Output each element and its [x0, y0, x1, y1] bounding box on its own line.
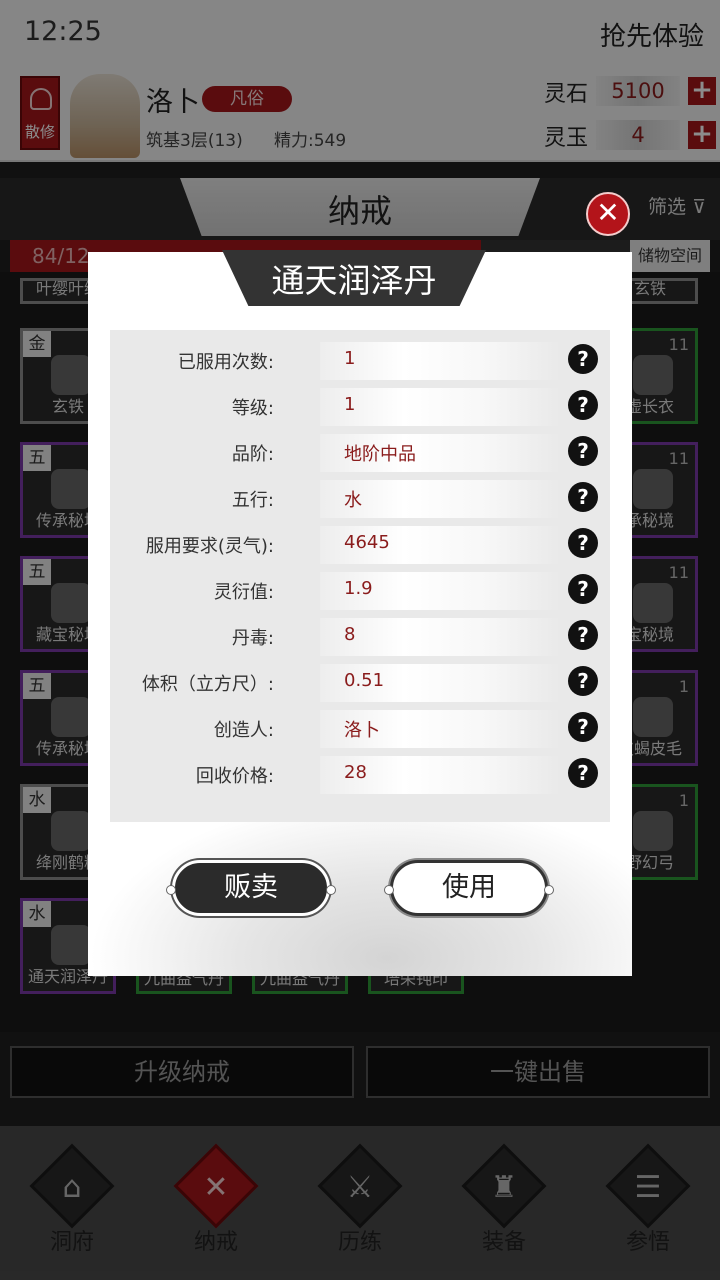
property-row: 等级: 1? [110, 382, 610, 428]
value-backdrop [320, 618, 560, 656]
help-icon[interactable]: ? [568, 712, 598, 742]
help-icon[interactable]: ? [568, 758, 598, 788]
property-row: 回收价格: 28? [110, 750, 610, 796]
property-row: 品阶: 地阶中品? [110, 428, 610, 474]
property-value: 0.51 [344, 670, 385, 691]
property-row: 五行: 水? [110, 474, 610, 520]
property-table: 已服用次数: 1? 等级: 1? 品阶: 地阶中品? 五行: 水? 服用要求(灵气): 4645?… [110, 330, 610, 822]
item-detail-dialog: 已服用次数: 1? 等级: 1? 品阶: 地阶中品? 五行: 水? 服用要求(灵气): 4645?… [88, 252, 632, 976]
sell-label: 贩卖 [224, 872, 278, 903]
property-row: 丹毒: 8? [110, 612, 610, 658]
property-row: 已服用次数: 1? [110, 336, 610, 382]
property-key: 回收价格: [195, 766, 274, 787]
property-row: 服用要求(灵气): 4645? [110, 520, 610, 566]
knob [384, 885, 394, 895]
help-icon[interactable]: ? [568, 482, 598, 512]
property-row: 灵衍值: 1.9? [110, 566, 610, 612]
close-button[interactable]: ✕ [586, 192, 630, 236]
property-key: 灵衍值: [213, 582, 274, 603]
property-value: 地阶中品 [344, 444, 416, 465]
sell-button[interactable]: 贩卖 [166, 860, 336, 916]
property-row: 创造人: 洛卜? [110, 704, 610, 750]
property-key: 丹毒: [231, 628, 274, 649]
help-icon[interactable]: ? [568, 574, 598, 604]
property-value: 8 [344, 624, 356, 645]
property-key: 创造人: [213, 720, 274, 741]
property-key: 等级: [231, 398, 274, 419]
property-value: 水 [344, 490, 362, 511]
property-value: 1 [344, 394, 356, 415]
property-value: 1 [344, 348, 356, 369]
property-key: 服用要求(灵气): [145, 536, 274, 557]
property-row: 体积（立方尺）: 0.51? [110, 658, 610, 704]
help-icon[interactable]: ? [568, 344, 598, 374]
modal-title: 通天润泽丹 [271, 261, 437, 300]
help-icon[interactable]: ? [568, 390, 598, 420]
use-label: 使用 [442, 872, 496, 903]
property-value: 洛卜 [344, 720, 380, 741]
property-key: 五行: [231, 490, 274, 511]
property-value: 1.9 [344, 578, 373, 599]
value-backdrop [320, 388, 560, 426]
knob [326, 885, 336, 895]
help-icon[interactable]: ? [568, 436, 598, 466]
property-key: 品阶: [231, 444, 274, 465]
help-icon[interactable]: ? [568, 528, 598, 558]
knob [166, 885, 176, 895]
property-key: 体积（立方尺）: [141, 674, 274, 695]
property-key: 已服用次数: [177, 352, 274, 373]
knob [544, 885, 554, 895]
property-value: 28 [344, 762, 367, 783]
help-icon[interactable]: ? [568, 620, 598, 650]
help-icon[interactable]: ? [568, 666, 598, 696]
value-backdrop [320, 342, 560, 380]
use-button[interactable]: 使用 [384, 860, 554, 916]
property-value: 4645 [344, 532, 390, 553]
